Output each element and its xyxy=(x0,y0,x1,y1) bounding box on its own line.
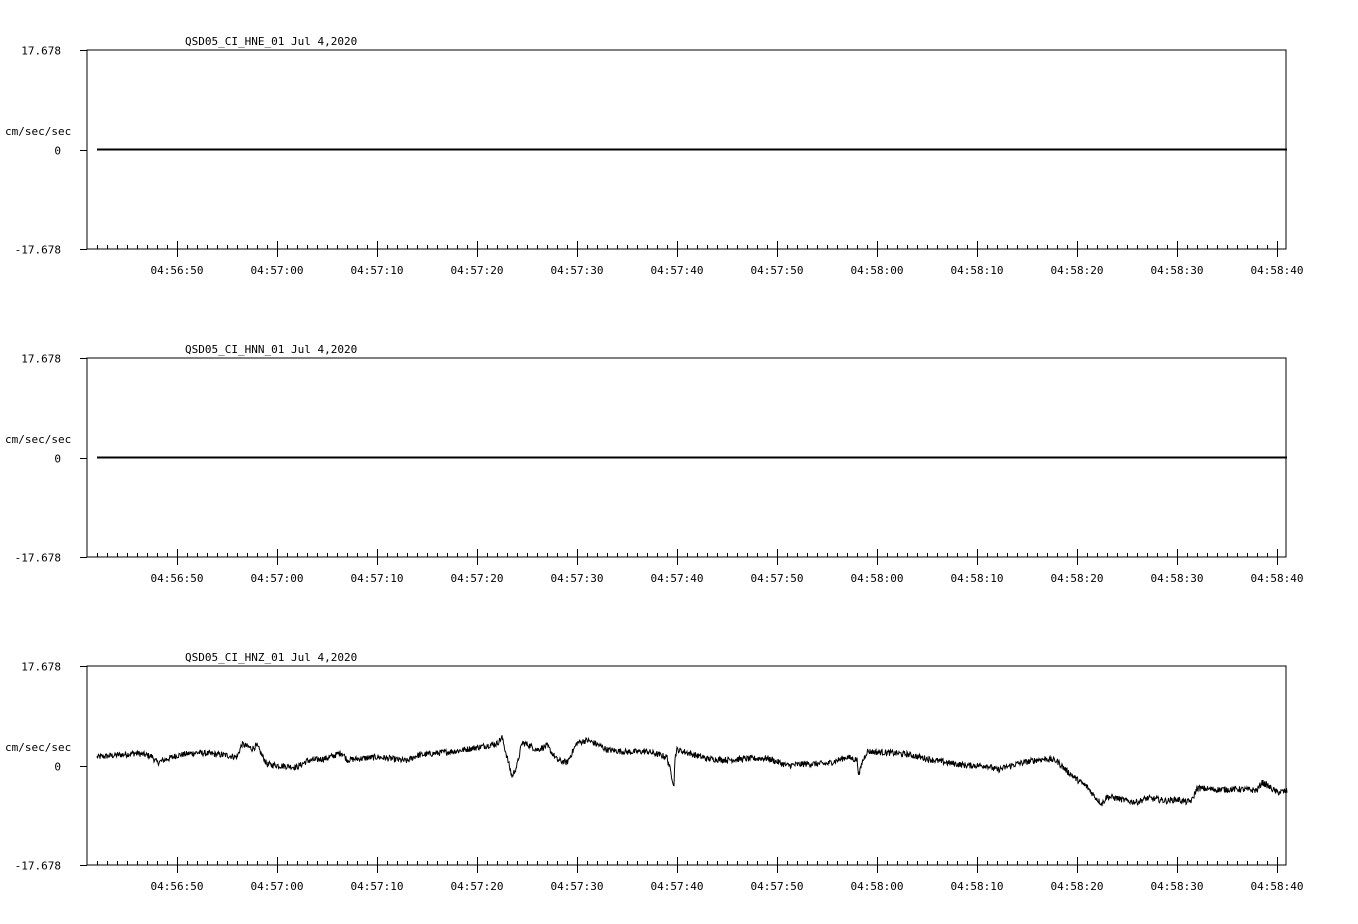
x-tick-label: 04:57:10 xyxy=(351,264,404,277)
y-tick-label: 17.678 xyxy=(21,45,61,58)
x-tick-label: 04:58:10 xyxy=(951,264,1004,277)
seismogram-figure: QSD05_CI_HNE_01 Jul 4,2020 cm/sec/sec 17.6… xyxy=(0,0,1358,924)
x-tick-label: 04:57:00 xyxy=(251,572,304,585)
y-tick-label: -17.678 xyxy=(15,244,61,257)
x-tick-label: 04:57:10 xyxy=(351,572,404,585)
y-tick-label: -17.678 xyxy=(15,552,61,565)
x-tick-label: 04:57:50 xyxy=(751,264,804,277)
x-tick-label: 04:57:20 xyxy=(451,880,504,893)
y-axis-label: cm/sec/sec xyxy=(5,125,71,138)
x-tick-label: 04:57:20 xyxy=(451,264,504,277)
y-tick-label: 17.678 xyxy=(21,353,61,366)
x-tick-label: 04:58:00 xyxy=(851,880,904,893)
x-tick-label: 04:57:30 xyxy=(551,880,604,893)
y-tick-label: 0 xyxy=(54,453,61,466)
x-tick-label: 04:57:00 xyxy=(251,264,304,277)
x-tick-label: 04:57:10 xyxy=(351,880,404,893)
x-tick-label: 04:58:00 xyxy=(851,264,904,277)
x-tick-label: 04:56:50 xyxy=(151,572,204,585)
panel-title: QSD05_CI_HNZ_01 Jul 4,2020 xyxy=(185,651,357,664)
y-tick-label: 0 xyxy=(54,761,61,774)
x-tick-label: 04:58:10 xyxy=(951,880,1004,893)
x-tick-label: 04:57:20 xyxy=(451,572,504,585)
figure-background xyxy=(0,0,1358,924)
x-tick-label: 04:57:30 xyxy=(551,572,604,585)
x-tick-label: 04:58:30 xyxy=(1151,264,1204,277)
x-tick-label: 04:57:40 xyxy=(651,572,704,585)
y-tick-label: 17.678 xyxy=(21,661,61,674)
x-tick-label: 04:58:20 xyxy=(1051,572,1104,585)
x-tick-label: 04:58:40 xyxy=(1251,880,1304,893)
x-tick-label: 04:57:50 xyxy=(751,880,804,893)
x-tick-label: 04:57:40 xyxy=(651,880,704,893)
x-tick-label: 04:57:40 xyxy=(651,264,704,277)
y-axis-label: cm/sec/sec xyxy=(5,433,71,446)
y-tick-label: -17.678 xyxy=(15,860,61,873)
panel-title: QSD05_CI_HNN_01 Jul 4,2020 xyxy=(185,343,357,356)
x-tick-label: 04:58:20 xyxy=(1051,264,1104,277)
x-tick-label: 04:58:30 xyxy=(1151,880,1204,893)
x-tick-label: 04:57:30 xyxy=(551,264,604,277)
x-tick-label: 04:57:50 xyxy=(751,572,804,585)
x-tick-label: 04:58:00 xyxy=(851,572,904,585)
x-tick-label: 04:58:30 xyxy=(1151,572,1204,585)
x-tick-label: 04:58:40 xyxy=(1251,264,1304,277)
x-tick-label: 04:58:40 xyxy=(1251,572,1304,585)
x-tick-label: 04:56:50 xyxy=(151,880,204,893)
panel-title: QSD05_CI_HNE_01 Jul 4,2020 xyxy=(185,35,357,48)
y-tick-label: 0 xyxy=(54,145,61,158)
x-tick-label: 04:58:20 xyxy=(1051,880,1104,893)
x-tick-label: 04:58:10 xyxy=(951,572,1004,585)
y-axis-label: cm/sec/sec xyxy=(5,741,71,754)
x-tick-label: 04:56:50 xyxy=(151,264,204,277)
x-tick-label: 04:57:00 xyxy=(251,880,304,893)
